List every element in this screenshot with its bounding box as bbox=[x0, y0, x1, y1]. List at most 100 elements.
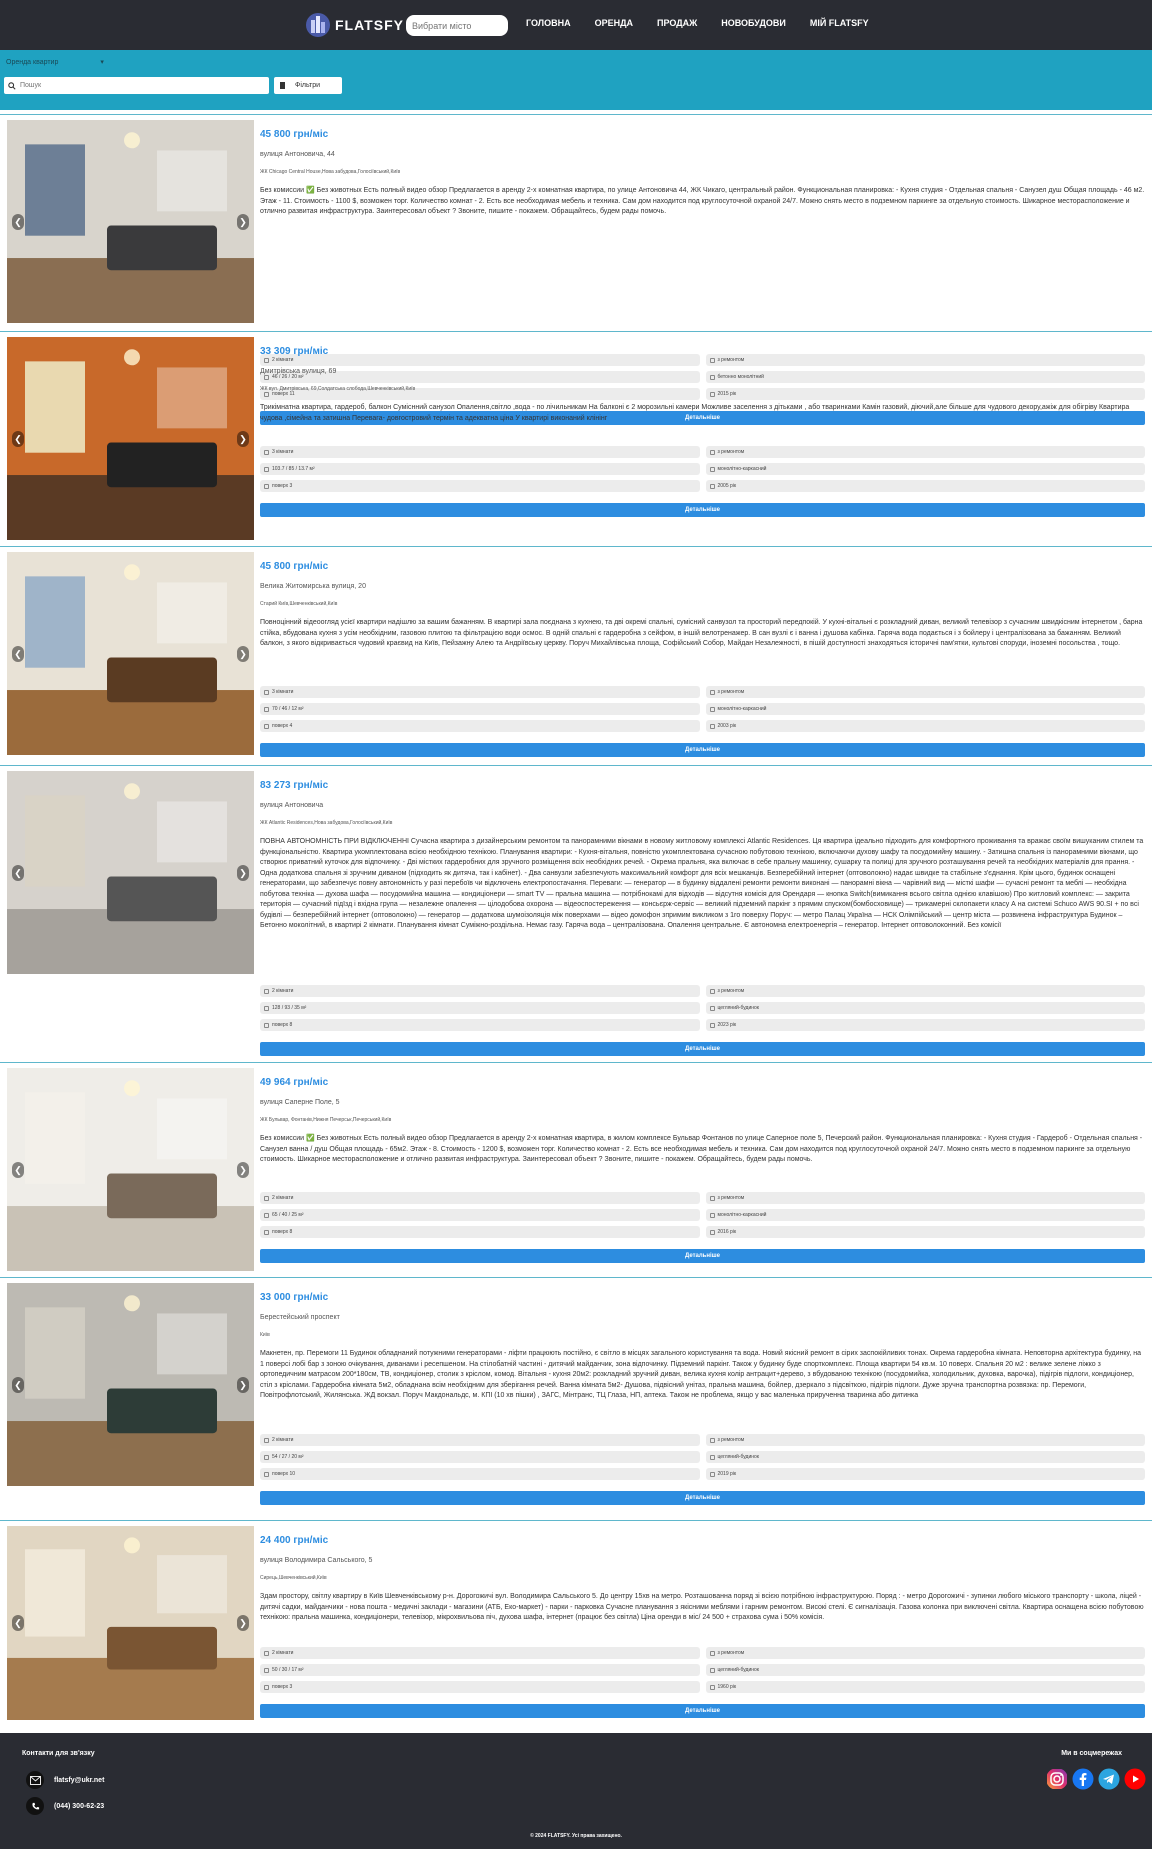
listing-price[interactable]: 33 309 грн/міс bbox=[260, 346, 1145, 357]
listing-card: ❮ ❯ 49 964 грн/міс вулиця Саперне Поле, … bbox=[0, 1062, 1152, 1278]
next-photo-button[interactable]: ❯ bbox=[237, 1161, 249, 1178]
building-icon bbox=[709, 466, 715, 472]
sizes-detail: 54 / 27 / 20 м² bbox=[260, 1451, 700, 1463]
year-value: 2003 рік bbox=[717, 723, 737, 729]
repair-value: з ремонтом bbox=[717, 1650, 745, 1656]
material-detail: монолітно-каркасний bbox=[705, 463, 1145, 475]
listing-content: 49 964 грн/міс вулиця Саперне Поле, 5 ЖК… bbox=[260, 1063, 1145, 1263]
next-photo-button[interactable]: ❯ bbox=[237, 213, 249, 230]
calendar-icon bbox=[709, 1022, 715, 1028]
prev-photo-button[interactable]: ❮ bbox=[12, 1376, 24, 1393]
listing-photo[interactable]: ❮ ❯ bbox=[7, 771, 254, 974]
listing-photo[interactable]: ❮ ❯ bbox=[7, 120, 254, 323]
phone-icon bbox=[26, 1797, 44, 1815]
year-value: 2016 рік bbox=[717, 1229, 737, 1235]
listing-description: Без комиссии ✅ Без животных Есть полный … bbox=[260, 1135, 1143, 1163]
prev-photo-button[interactable]: ❮ bbox=[12, 864, 24, 881]
year-detail: 2019 рік bbox=[705, 1468, 1145, 1480]
apartment-photo-image bbox=[7, 771, 254, 974]
floor-detail: поверх 3 bbox=[260, 1681, 700, 1693]
apartment-photo-image bbox=[7, 337, 254, 540]
rooms-icon bbox=[264, 988, 269, 994]
rooms-value: 2 кімнати bbox=[272, 988, 294, 994]
listing-price[interactable]: 49 964 грн/міс bbox=[260, 1077, 1145, 1088]
apartment-photo-image bbox=[7, 552, 254, 755]
next-photo-button[interactable]: ❯ bbox=[237, 645, 249, 662]
listing-photo[interactable]: ❮ ❯ bbox=[7, 337, 254, 540]
next-photo-button[interactable]: ❯ bbox=[237, 1615, 249, 1631]
details-button[interactable]: Детальніше bbox=[260, 743, 1145, 757]
listing-details: 2 кімнати з ремонтом 128 / 93 / 35 м² це… bbox=[260, 985, 1145, 1031]
floor-icon bbox=[264, 1684, 269, 1690]
phone-contact[interactable]: (044) 300-62-23 bbox=[26, 1797, 104, 1815]
rooms-icon bbox=[264, 1195, 269, 1201]
floor-detail: поверх 8 bbox=[260, 1226, 700, 1238]
material-detail: цегляний-будинок bbox=[705, 1002, 1145, 1014]
prev-photo-button[interactable]: ❮ bbox=[12, 213, 24, 230]
repair-detail: з ремонтом bbox=[705, 1647, 1145, 1659]
listing-photo[interactable]: ❮ ❯ bbox=[7, 552, 254, 755]
listing-price[interactable]: 45 800 грн/міс bbox=[260, 561, 1145, 572]
details-button[interactable]: Детальніше bbox=[260, 1249, 1145, 1263]
sizes-detail: 103.7 / 85 / 13.7 м² bbox=[260, 463, 700, 475]
listing-photo[interactable]: ❮ ❯ bbox=[7, 1068, 254, 1271]
repair-icon bbox=[709, 1195, 715, 1201]
rooms-icon bbox=[264, 1437, 269, 1443]
rooms-icon bbox=[264, 449, 269, 455]
next-photo-button[interactable]: ❯ bbox=[237, 430, 249, 447]
prev-photo-button[interactable]: ❮ bbox=[12, 1161, 24, 1178]
material-value: монолітно-каркасний bbox=[717, 466, 767, 472]
facebook-icon[interactable] bbox=[1072, 1768, 1094, 1790]
listing-price[interactable]: 83 273 грн/міс bbox=[260, 780, 1145, 791]
floor-value: поверх 3 bbox=[272, 1684, 293, 1690]
building-icon bbox=[709, 1667, 715, 1673]
details-button[interactable]: Детальніше bbox=[260, 1491, 1145, 1505]
next-photo-button[interactable]: ❯ bbox=[237, 864, 249, 881]
building-icon bbox=[709, 1212, 715, 1218]
listing-photo[interactable]: ❮ ❯ bbox=[7, 1526, 254, 1720]
listing-photo[interactable]: ❮ ❯ bbox=[7, 1283, 254, 1486]
next-photo-button[interactable]: ❯ bbox=[237, 1376, 249, 1393]
repair-detail: з ремонтом bbox=[705, 1434, 1145, 1446]
instagram-icon[interactable] bbox=[1046, 1768, 1068, 1790]
listing-details: 3 кімнати з ремонтом 103.7 / 85 / 13.7 м… bbox=[260, 446, 1145, 492]
floor-value: поверх 10 bbox=[272, 1471, 296, 1477]
listing-description: Трикімнатна квартира, гардероб, балкон С… bbox=[260, 404, 1130, 422]
floor-value: поверх 4 bbox=[272, 723, 293, 729]
listing-price[interactable]: 24 400 грн/міс bbox=[260, 1535, 1145, 1546]
material-detail: монолітно-каркасний bbox=[705, 1209, 1145, 1221]
floor-detail: поверх 10 bbox=[260, 1468, 700, 1480]
repair-detail: з ремонтом bbox=[705, 446, 1145, 458]
sizes-value: 128 / 93 / 35 м² bbox=[272, 1005, 307, 1011]
floor-icon bbox=[264, 1229, 269, 1235]
email-contact[interactable]: flatsfy@ukr.net bbox=[26, 1771, 104, 1789]
details-button[interactable]: Детальніше bbox=[260, 1704, 1145, 1718]
repair-detail: з ремонтом bbox=[705, 686, 1145, 698]
calendar-icon bbox=[709, 483, 715, 489]
repair-detail: з ремонтом bbox=[705, 1192, 1145, 1204]
year-value: 2005 рік bbox=[717, 483, 737, 489]
material-detail: цегляний-будинок bbox=[705, 1451, 1145, 1463]
youtube-icon[interactable] bbox=[1124, 1768, 1146, 1790]
listing-description: Здам простору, світлу квартиру в Київ Ше… bbox=[260, 1593, 1144, 1621]
prev-photo-button[interactable]: ❮ bbox=[12, 1615, 24, 1631]
listing-content: 45 800 грн/міс Велика Житомирська вулиця… bbox=[260, 547, 1145, 757]
repair-value: з ремонтом bbox=[717, 1437, 745, 1443]
details-button[interactable]: Детальніше bbox=[260, 1042, 1145, 1056]
mail-icon bbox=[26, 1771, 44, 1789]
details-button[interactable]: Детальніше bbox=[260, 503, 1145, 517]
listing-address: Велика Житомирська вулиця, 20 bbox=[260, 583, 366, 590]
floor-detail: поверх 3 bbox=[260, 480, 700, 492]
listing-price[interactable]: 33 000 грн/міс bbox=[260, 1292, 1145, 1303]
material-value: монолітно-каркасний bbox=[717, 706, 767, 712]
sizes-detail: 128 / 93 / 35 м² bbox=[260, 1002, 700, 1014]
rooms-value: 3 кімнати bbox=[272, 449, 294, 455]
apartment-photo-image bbox=[7, 1283, 254, 1486]
prev-photo-button[interactable]: ❮ bbox=[12, 430, 24, 447]
year-detail: 2023 рік bbox=[705, 1019, 1145, 1031]
telegram-icon[interactable] bbox=[1098, 1768, 1120, 1790]
listings: ❮ ❯ 45 800 грн/міс вулиця Антоновича, 44… bbox=[0, 0, 1152, 1733]
year-value: 1960 рік bbox=[717, 1684, 737, 1690]
listing-price[interactable]: 45 800 грн/міс bbox=[260, 129, 1145, 140]
prev-photo-button[interactable]: ❮ bbox=[12, 645, 24, 662]
